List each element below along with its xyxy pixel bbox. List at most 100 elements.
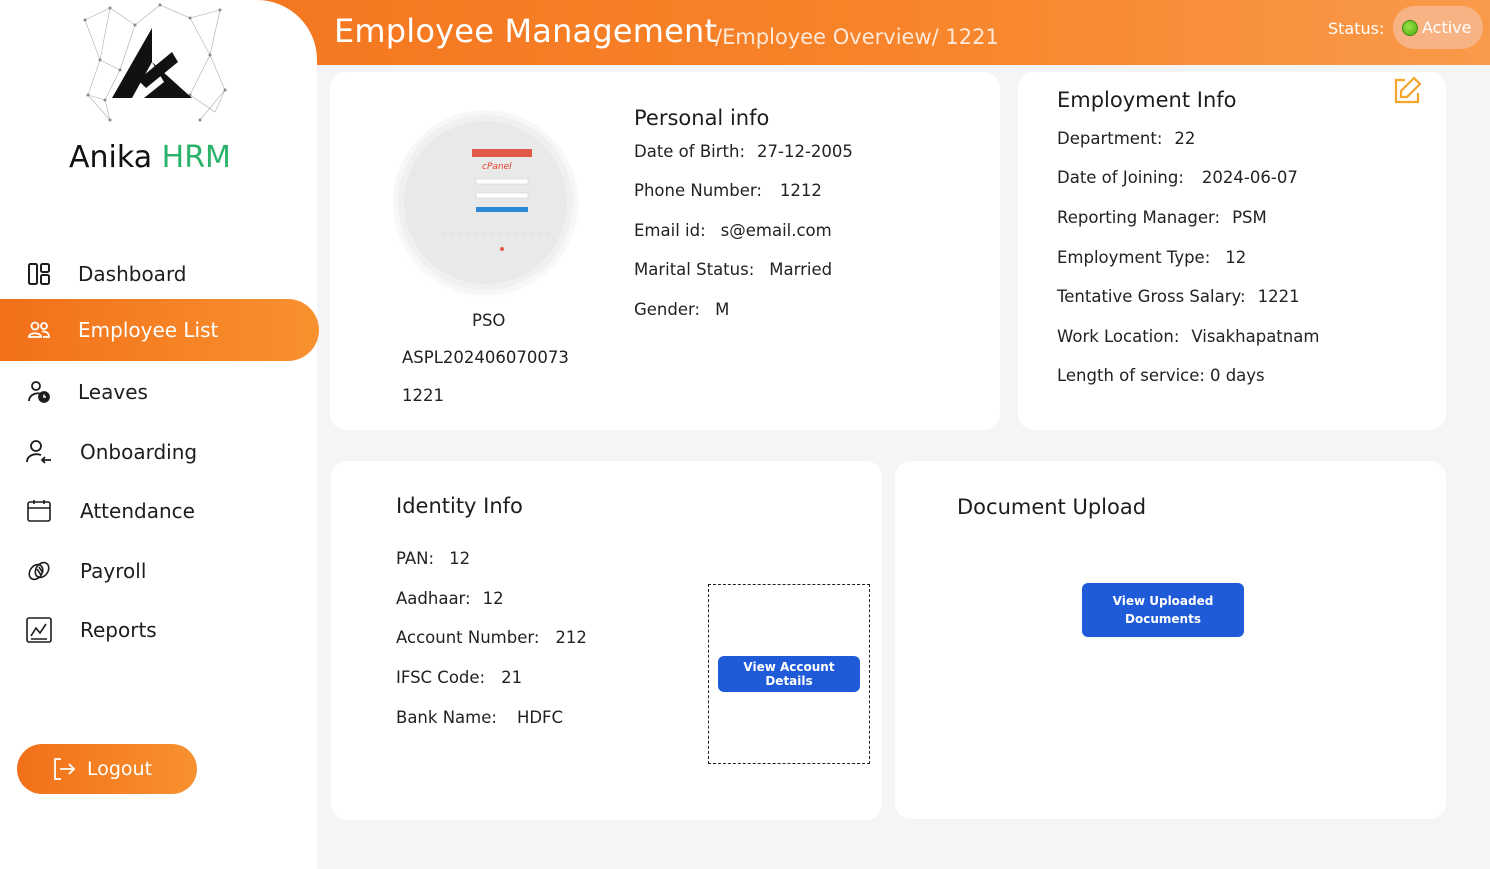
avatar-image: cPanel (404, 121, 567, 284)
coins-icon (24, 556, 54, 586)
employment-type-row: Employment Type: 12 (1057, 248, 1246, 267)
ifsc-label: IFSC Code: (396, 668, 486, 687)
email-value: s@email.com (720, 221, 832, 240)
sidebar-item-label: Reports (80, 618, 157, 642)
avatar-screenshot-icon: cPanel (444, 149, 554, 251)
calendar-icon (24, 496, 54, 526)
sidebar-item-onboarding[interactable]: Onboarding (0, 421, 319, 483)
aadhaar-label: Aadhaar: (396, 589, 471, 608)
employment-type-value: 12 (1225, 248, 1247, 267)
status-label: Status: (1328, 19, 1385, 38)
account-row: Account Number: 212 (396, 628, 587, 647)
brand-name: Anika HRM (69, 140, 231, 175)
edit-icon[interactable] (1391, 75, 1423, 107)
profile-avatar[interactable]: cPanel (398, 115, 573, 290)
employee-id: 1221 (402, 386, 444, 405)
ifsc-value: 21 (501, 668, 523, 687)
employee-role: PSO (472, 311, 506, 330)
location-label: Work Location: (1057, 327, 1180, 346)
bank-label: Bank Name: (396, 708, 497, 727)
view-account-details-button[interactable]: View Account Details (718, 656, 860, 692)
marital-value: Married (769, 260, 833, 279)
manager-label: Reporting Manager: (1057, 208, 1221, 227)
sidebar-item-label: Leaves (78, 380, 148, 404)
user-arrow-icon (24, 437, 54, 467)
pan-value: 12 (449, 549, 471, 568)
email-row: Email id: s@email.com (634, 221, 832, 240)
logout-icon (51, 756, 77, 782)
dob-row: Date of Birth: 27-12-2005 (634, 142, 853, 161)
marital-label: Marital Status: (634, 260, 755, 279)
personal-info-title: Personal info (634, 106, 770, 130)
aadhaar-value: 12 (482, 589, 504, 608)
doj-value: 2024-06-07 (1201, 168, 1298, 187)
salary-row: Tentative Gross Salary: 1221 (1057, 287, 1300, 306)
sidebar-item-label: Dashboard (78, 262, 187, 286)
department-value: 22 (1174, 129, 1196, 148)
marital-row: Marital Status: Married (634, 260, 832, 279)
employment-info-title: Employment Info (1057, 88, 1237, 112)
logout-label: Logout (87, 758, 153, 780)
sidebar-item-label: Onboarding (80, 440, 198, 464)
ifsc-row: IFSC Code: 21 (396, 668, 522, 687)
document-upload-title: Document Upload (957, 495, 1147, 519)
status-indicator-icon (1402, 19, 1418, 36)
bank-value: HDFC (516, 708, 564, 727)
manager-value: PSM (1232, 208, 1267, 227)
users-icon (24, 315, 54, 345)
sidebar-item-employee-list[interactable]: Employee List (0, 299, 319, 361)
dashboard-icon (24, 259, 54, 289)
sidebar-item-dashboard[interactable]: Dashboard (0, 243, 319, 305)
employee-code: ASPL202406070073 (402, 348, 569, 367)
sidebar-item-leaves[interactable]: Leaves (0, 361, 319, 423)
page-title: Employee Management (334, 12, 718, 50)
salary-value: 1221 (1257, 287, 1300, 306)
email-label: Email id: (634, 221, 706, 240)
status-value: Active (1422, 18, 1472, 37)
doj-label: Date of Joining: (1057, 168, 1184, 187)
doj-row: Date of Joining: 2024-06-07 (1057, 168, 1298, 187)
sidebar-item-label: Employee List (78, 318, 219, 342)
service-value: 0 days (1209, 366, 1265, 385)
sidebar-item-reports[interactable]: Reports (0, 599, 319, 661)
dob-value: 27-12-2005 (757, 142, 853, 161)
brand-name-hrm: HRM (161, 140, 231, 175)
department-label: Department: (1057, 129, 1163, 148)
sidebar-item-label: Payroll (80, 559, 147, 583)
pan-label: PAN: (396, 549, 435, 568)
salary-label: Tentative Gross Salary: (1057, 287, 1246, 306)
sidebar: Anika HRM Dashboard Employee List Leaves (0, 0, 319, 869)
view-documents-label-line2: Documents (1125, 612, 1201, 626)
manager-row: Reporting Manager: PSM (1057, 208, 1267, 227)
dob-label: Date of Birth: (634, 142, 746, 161)
report-chart-icon (24, 615, 54, 645)
logout-button[interactable]: Logout (17, 744, 197, 794)
location-value: Visakhapatnam (1191, 327, 1320, 346)
account-label: Account Number: (396, 628, 540, 647)
brand-name-primary: Anika (69, 140, 153, 175)
company-logo (83, 3, 227, 122)
gender-label: Gender: (634, 300, 701, 319)
svg-text:cPanel: cPanel (482, 162, 512, 172)
employment-type-label: Employment Type: (1057, 248, 1211, 267)
view-documents-label-line1: View Uploaded (1112, 594, 1214, 608)
aadhaar-row: Aadhaar: 12 (396, 589, 504, 608)
gender-value: M (715, 300, 730, 319)
sidebar-item-payroll[interactable]: Payroll (0, 540, 319, 602)
phone-label: Phone Number: (634, 181, 762, 200)
service-row: Length of service: 0 days (1057, 366, 1265, 385)
status-badge[interactable]: Active (1393, 6, 1483, 49)
bank-row: Bank Name: HDFC (396, 708, 563, 727)
department-row: Department: 22 (1057, 129, 1195, 148)
view-uploaded-documents-button[interactable]: View Uploaded Documents (1082, 583, 1244, 637)
sidebar-item-attendance[interactable]: Attendance (0, 480, 319, 542)
gender-row: Gender: M (634, 300, 729, 319)
pan-row: PAN: 12 (396, 549, 470, 568)
breadcrumb: /Employee Overview/ 1221 (715, 25, 999, 49)
user-clock-icon (24, 377, 54, 407)
account-value: 212 (555, 628, 587, 647)
identity-info-title: Identity Info (396, 494, 523, 518)
phone-value: 1212 (779, 181, 822, 200)
location-row: Work Location: Visakhapatnam (1057, 327, 1319, 346)
service-label: Length of service: (1057, 366, 1205, 385)
